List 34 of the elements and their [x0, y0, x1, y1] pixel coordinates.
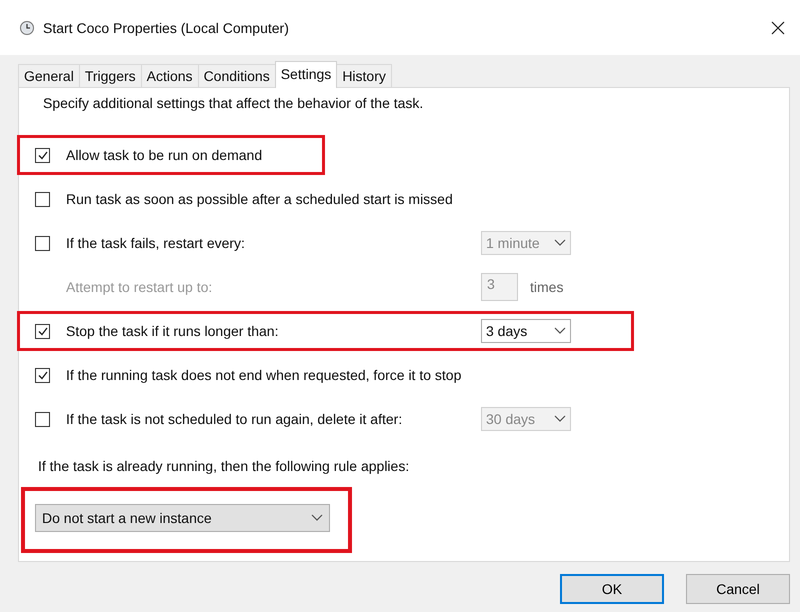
caret-icon [554, 415, 566, 423]
close-icon [771, 20, 785, 34]
dialog-button[interactable]: OK [560, 574, 664, 604]
window-title: Start Coco Properties (Local Computer) [43, 20, 290, 36]
check-icon [38, 150, 48, 160]
dialog-button[interactable]: Cancel [686, 574, 790, 604]
checkbox[interactable] [35, 148, 50, 162]
option-label: Attempt to restart up to: [66, 279, 214, 295]
tab[interactable]: Triggers [78, 64, 142, 87]
tab[interactable]: General [18, 64, 80, 87]
dropdown[interactable]: Do not start a new instance [35, 504, 330, 532]
tab[interactable]: History [336, 64, 392, 87]
caret-icon [554, 327, 566, 335]
tab[interactable]: Settings [274, 61, 338, 88]
checkbox[interactable] [35, 412, 50, 426]
option-label: Allow task to be run on demand [66, 147, 262, 163]
checkbox[interactable] [35, 368, 50, 382]
clock-icon [19, 20, 35, 36]
unit-label: times [530, 279, 564, 295]
option-label: If the task fails, restart every: [66, 235, 246, 251]
rule-label: If the task is already running, then the following rule applies: [37, 457, 410, 476]
option-label: If the running task does not end when requested, force it to stop [66, 367, 462, 383]
checkbox[interactable] [35, 192, 50, 206]
caret-icon [311, 514, 323, 522]
option-label: If the task is not scheduled to run again, delete it after: [66, 411, 404, 427]
option-label: Stop the task if it runs longer than: [66, 323, 280, 339]
checkbox[interactable] [35, 236, 50, 250]
description-text: Specify additional settings that affect the behavior of the task. [42, 95, 424, 113]
checkbox[interactable] [35, 324, 50, 338]
check-icon [38, 326, 48, 336]
check-icon [38, 370, 48, 380]
option-label: Run task as soon as possible after a scheduled start is missed [66, 191, 453, 207]
dropdown[interactable]: 3 days [481, 319, 571, 343]
caret-icon [554, 239, 566, 247]
